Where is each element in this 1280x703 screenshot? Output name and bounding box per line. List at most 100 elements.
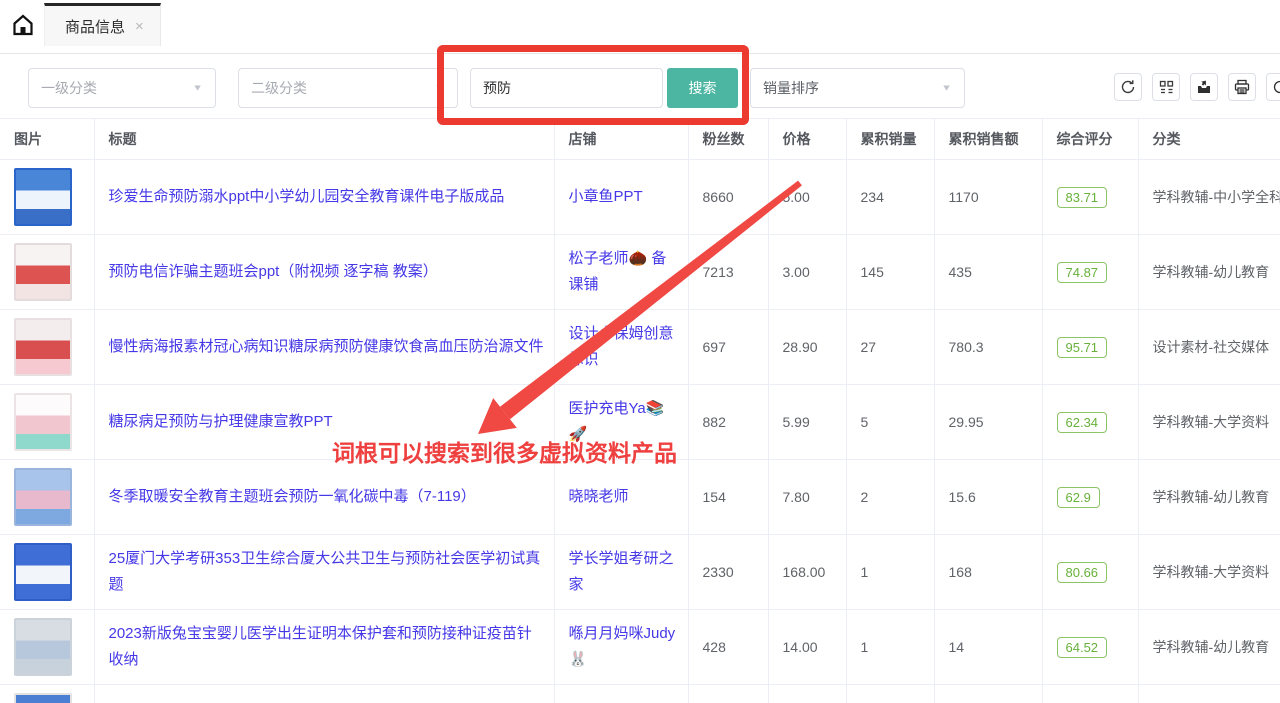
sales-count: 145 bbox=[846, 235, 934, 310]
column-settings-button[interactable] bbox=[1152, 73, 1180, 101]
refresh-icon bbox=[1120, 79, 1136, 95]
product-title-link[interactable]: 2023新版兔宝宝婴儿医学出生证明本保护套和预防接种证疫苗针收纳 bbox=[109, 621, 544, 674]
sales-count: 27 bbox=[846, 310, 934, 385]
col-header-shop: 店铺 bbox=[554, 119, 688, 160]
col-header-amount: 累积销售额 bbox=[934, 119, 1042, 160]
sort-select[interactable]: 销量排序 ▼ bbox=[750, 68, 965, 108]
sales-count: 0 bbox=[846, 685, 934, 703]
shop-link[interactable]: 医护充电Ya📚 🚀 bbox=[569, 396, 678, 449]
col-header-image: 图片 bbox=[0, 119, 94, 160]
table-row: 2023新版兔宝宝婴儿医学出生证明本保护套和预防接种证疫苗针收纳 喺月月妈咪Ju… bbox=[0, 610, 1280, 685]
chevron-down-icon: ▼ bbox=[434, 83, 445, 93]
product-title-link[interactable]: 预防电信诈骗主题班会ppt（附视频 逐字稿 教案） bbox=[109, 259, 544, 285]
shop-link[interactable]: 松子老师🌰 备 课铺 bbox=[569, 246, 678, 299]
sales-amount: 29.95 bbox=[934, 385, 1042, 460]
price-value: 5.99 bbox=[768, 385, 846, 460]
price-value: 2.88 bbox=[768, 685, 846, 703]
price-value: 7.80 bbox=[768, 460, 846, 535]
product-title-link[interactable]: 冬季取暖安全教育主题班会预防一氧化碳中毒（7-119） bbox=[109, 484, 544, 510]
category-label: 学科教辅-高等教育 bbox=[1138, 685, 1280, 703]
price-value: 28.90 bbox=[768, 310, 846, 385]
price-value: 5.00 bbox=[768, 160, 846, 235]
print-icon bbox=[1234, 79, 1250, 95]
table-row: 冬季取暖安全教育主题班会预防一氧化碳中毒（7-119） 晓晓老师 154 7.8… bbox=[0, 460, 1280, 535]
shop-link[interactable]: 喺月月妈咪Judy 🐰 bbox=[569, 621, 678, 674]
sales-amount: 14 bbox=[934, 610, 1042, 685]
shop-link[interactable]: 设计小保姆创意 标识 bbox=[569, 321, 678, 374]
home-button[interactable] bbox=[8, 12, 38, 42]
table-row: 慢性病海报素材冠心病知识糖尿病预防健康饮食高血压防治源文件 设计小保姆创意 标识… bbox=[0, 310, 1280, 385]
export-icon bbox=[1196, 79, 1212, 95]
search-input[interactable]: 预防 bbox=[470, 68, 663, 108]
sales-count: 2 bbox=[846, 460, 934, 535]
score-badge: 95.71 bbox=[1057, 337, 1108, 358]
product-title-link[interactable]: 慢性病海报素材冠心病知识糖尿病预防健康饮食高血压防治源文件 bbox=[109, 334, 544, 360]
table-row: 25厦门大学考研353卫生综合厦大公共卫生与预防社会医学初试真题 学长学姐考研之… bbox=[0, 535, 1280, 610]
fans-count: 882 bbox=[688, 385, 768, 460]
score-badge: 83.71 bbox=[1057, 187, 1108, 208]
price-value: 3.00 bbox=[768, 235, 846, 310]
chevron-down-icon: ▼ bbox=[941, 83, 952, 93]
product-thumbnail[interactable] bbox=[14, 543, 72, 601]
shop-link[interactable]: 晓晓老师 bbox=[569, 484, 678, 510]
col-header-category: 分类 bbox=[1138, 119, 1280, 160]
product-thumbnail[interactable] bbox=[14, 618, 72, 676]
sales-count: 234 bbox=[846, 160, 934, 235]
product-thumbnail[interactable] bbox=[14, 393, 72, 451]
product-title-link[interactable]: 珍爱生命预防溺水ppt中小学幼儿园安全教育课件电子版成品 bbox=[109, 184, 544, 210]
product-thumbnail[interactable] bbox=[14, 243, 72, 301]
category-level2-select[interactable]: 二级分类 ▼ bbox=[238, 68, 458, 108]
sales-count: 1 bbox=[846, 610, 934, 685]
shop-link[interactable]: 小章鱼PPT bbox=[569, 184, 678, 210]
sales-amount: 15.6 bbox=[934, 460, 1042, 535]
category-level2-placeholder: 二级分类 bbox=[251, 78, 307, 98]
col-header-title: 标题 bbox=[94, 119, 554, 160]
tab-label: 商品信息 bbox=[65, 16, 125, 37]
export-button[interactable] bbox=[1190, 73, 1218, 101]
product-table: 图片 标题 店铺 粉丝数 价格 累积销量 累积销售额 综合评分 分类 珍爱生命预… bbox=[0, 118, 1280, 703]
price-value: 168.00 bbox=[768, 535, 846, 610]
table-toolbar bbox=[1114, 73, 1280, 101]
price-value: 14.00 bbox=[768, 610, 846, 685]
refresh-button[interactable] bbox=[1114, 73, 1142, 101]
category-label: 学科教辅-幼儿教育 bbox=[1138, 610, 1280, 685]
sales-amount: 1170 bbox=[934, 160, 1042, 235]
print-button[interactable] bbox=[1228, 73, 1256, 101]
category-label: 学科教辅-幼儿教育 bbox=[1138, 460, 1280, 535]
product-thumbnail[interactable] bbox=[14, 693, 72, 703]
product-thumbnail[interactable] bbox=[14, 468, 72, 526]
fans-count: 2527 bbox=[688, 685, 768, 703]
clipped-toolbar-button[interactable] bbox=[1266, 73, 1280, 101]
tab-product-info[interactable]: 商品信息 × bbox=[44, 3, 161, 46]
shop-link[interactable]: 学长学姐考研之 家 bbox=[569, 546, 678, 599]
category-label: 学科教辅-大学资料 bbox=[1138, 385, 1280, 460]
category-label: 学科教辅-大学资料 bbox=[1138, 535, 1280, 610]
table-header-row: 图片 标题 店铺 粉丝数 价格 累积销量 累积销售额 综合评分 分类 bbox=[0, 119, 1280, 160]
search-input-value: 预防 bbox=[483, 78, 511, 98]
home-icon bbox=[11, 13, 35, 42]
sales-amount: 780.3 bbox=[934, 310, 1042, 385]
table-row: 糖尿病足预防与护理健康宣教PPT 医护充电Ya📚 🚀 882 5.99 5 29… bbox=[0, 385, 1280, 460]
category-label: 设计素材-社交媒体 bbox=[1138, 310, 1280, 385]
table-row: 珍爱生命预防溺水ppt中小学幼儿园安全教育课件电子版成品 小章鱼PPT 8660… bbox=[0, 160, 1280, 235]
score-badge: 62.9 bbox=[1057, 487, 1100, 508]
product-title-link[interactable]: 25厦门大学考研353卫生综合厦大公共卫生与预防社会医学初试真题 bbox=[109, 546, 544, 599]
score-badge: 62.34 bbox=[1057, 412, 1108, 433]
sales-count: 5 bbox=[846, 385, 934, 460]
fans-count: 428 bbox=[688, 610, 768, 685]
sort-select-value: 销量排序 bbox=[763, 78, 819, 98]
col-header-price: 价格 bbox=[768, 119, 846, 160]
category-level1-select[interactable]: 一级分类 ▼ bbox=[28, 68, 216, 108]
product-title-link[interactable]: 糖尿病足预防与护理健康宣教PPT bbox=[109, 409, 544, 435]
chevron-down-icon: ▼ bbox=[192, 83, 203, 93]
col-header-sales: 累积销量 bbox=[846, 119, 934, 160]
close-icon[interactable]: × bbox=[135, 19, 144, 34]
col-header-fans: 粉丝数 bbox=[688, 119, 768, 160]
product-thumbnail[interactable] bbox=[14, 318, 72, 376]
product-thumbnail[interactable] bbox=[14, 168, 72, 226]
fans-count: 697 bbox=[688, 310, 768, 385]
category-label: 学科教辅-中小学全科 bbox=[1138, 160, 1280, 235]
fans-count: 7213 bbox=[688, 235, 768, 310]
fans-count: 8660 bbox=[688, 160, 768, 235]
search-button[interactable]: 搜索 bbox=[667, 68, 738, 108]
